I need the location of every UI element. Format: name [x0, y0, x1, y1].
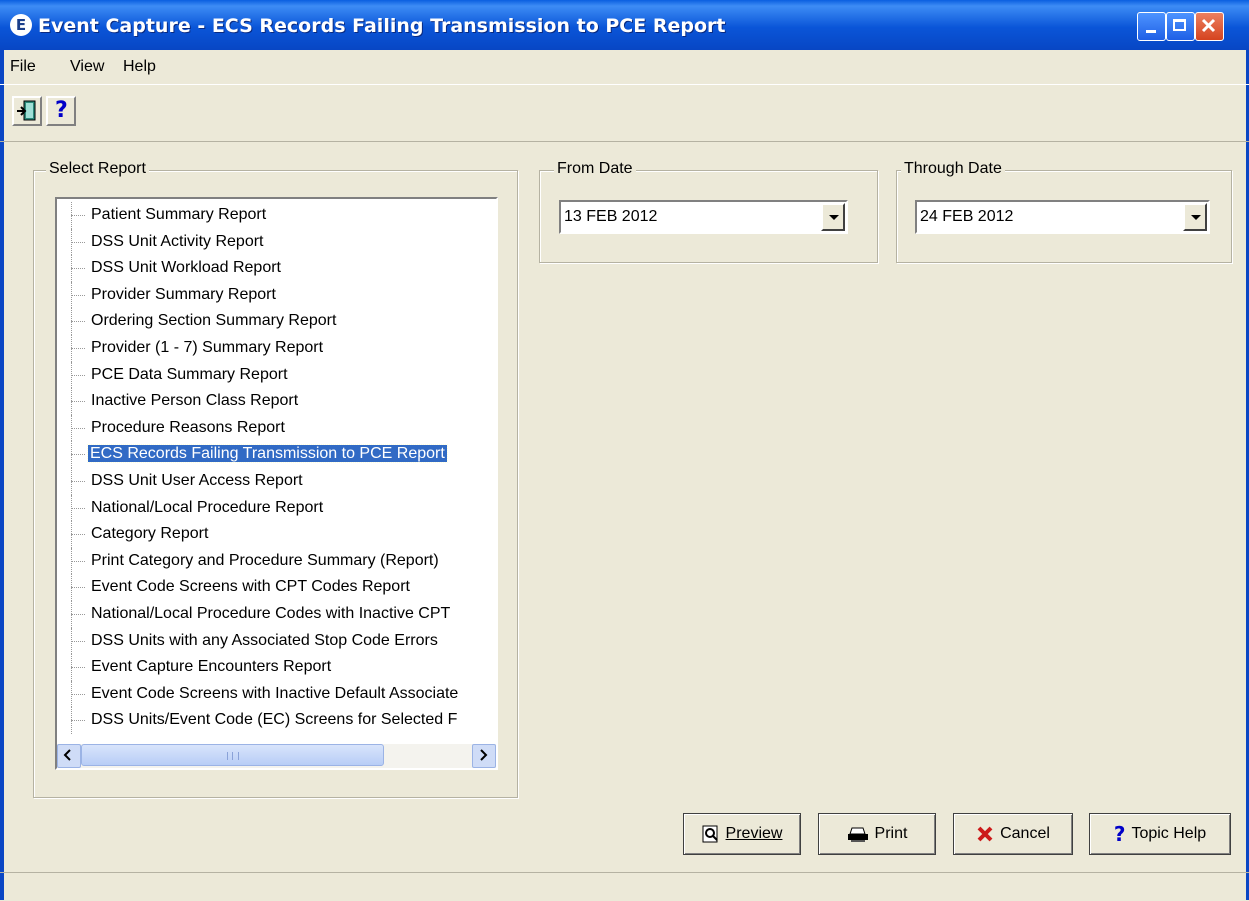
event-capture-app-icon[interactable]: E [10, 14, 32, 36]
print-label: Print [874, 825, 908, 842]
cancel-button[interactable]: Cancel [953, 813, 1073, 855]
report-tree-item[interactable]: DSS Units with any Associated Stop Code … [57, 627, 494, 655]
report-tree-item-label: Procedure Reasons Report [91, 418, 285, 436]
status-bar [0, 872, 1249, 901]
title-bar[interactable]: E Event Capture - ECS Records Failing Tr… [0, 0, 1249, 50]
chevron-right-icon [480, 749, 488, 761]
toolbar [0, 84, 1249, 142]
scroll-left-button[interactable] [57, 744, 81, 768]
from-date-combo[interactable]: 13 FEB 2012 [559, 200, 848, 234]
close-icon [1201, 18, 1216, 33]
report-tree-item-label: PCE Data Summary Report [91, 365, 288, 383]
horizontal-scrollbar[interactable] [57, 744, 496, 768]
from-date-value: 13 FEB 2012 [564, 208, 658, 225]
report-tree-item-label: Provider (1 - 7) Summary Report [91, 338, 324, 356]
report-tree-item[interactable]: DSS Unit Activity Report [57, 228, 494, 256]
report-tree-item-label: ECS Records Failing Transmission to PCE … [87, 444, 448, 464]
menu-bar: File View Help [0, 50, 1249, 84]
cancel-label: Cancel [1000, 825, 1050, 842]
from-date-legend: From Date [554, 160, 636, 178]
report-tree-item[interactable]: Provider (1 - 7) Summary Report [57, 334, 494, 362]
report-tree-item[interactable]: ECS Records Failing Transmission to PCE … [57, 441, 494, 468]
report-tree-item-label: Inactive Person Class Report [91, 392, 299, 410]
report-tree-item-label: DSS Unit User Access Report [91, 471, 303, 489]
report-tree-item[interactable]: Procedure Reasons Report [57, 414, 494, 442]
close-button[interactable] [1195, 12, 1224, 41]
through-date-value: 24 FEB 2012 [920, 208, 1014, 225]
report-tree-item[interactable]: Category Report [57, 521, 494, 548]
menu-view[interactable]: View [70, 58, 104, 76]
preview-magnifier-icon [702, 825, 718, 843]
preview-button[interactable]: Preview [683, 813, 801, 855]
through-date-dropdown-button[interactable] [1183, 203, 1207, 231]
scroll-thumb[interactable] [81, 744, 384, 766]
chevron-left-icon [63, 749, 71, 761]
report-tree-item[interactable]: Ordering Section Summary Report [57, 308, 494, 335]
help-icon: ? [55, 98, 68, 123]
topic-help-button[interactable]: ? Topic Help [1089, 813, 1231, 855]
topic-help-label: Topic Help [1131, 825, 1207, 842]
print-button[interactable]: Print [818, 813, 936, 855]
report-tree-item-label: DSS Units with any Associated Stop Code … [91, 631, 438, 649]
report-tree-item-label: DSS Unit Activity Report [91, 232, 264, 250]
maximize-button[interactable] [1166, 12, 1195, 41]
printer-icon [847, 827, 868, 842]
minimize-button[interactable] [1137, 12, 1166, 41]
report-tree-item[interactable]: Event Code Screens with Inactive Default… [57, 680, 494, 708]
report-tree-item-label: DSS Unit Workload Report [91, 259, 281, 277]
report-tree-item[interactable]: Provider Summary Report [57, 281, 494, 309]
report-tree-item-label: Ordering Section Summary Report [91, 312, 337, 330]
through-date-legend: Through Date [901, 160, 1005, 178]
window-title: Event Capture - ECS Records Failing Tran… [38, 15, 726, 37]
report-tree-list[interactable]: Patient Summary Report DSS Unit Activity … [55, 197, 498, 770]
exit-toolbar-button[interactable] [12, 96, 42, 126]
report-tree-item[interactable]: Event Code Screens with CPT Codes Report [57, 574, 494, 601]
exit-door-icon [17, 100, 36, 121]
report-tree-item-label: Provider Summary Report [91, 285, 276, 303]
help-toolbar-button[interactable]: ? [46, 96, 76, 126]
report-tree-item-label: National/Local Procedure Codes with Inac… [91, 604, 451, 622]
from-date-dropdown-button[interactable] [821, 203, 845, 231]
cancel-x-icon [977, 826, 993, 842]
report-tree-item[interactable]: DSS Unit Workload Report [57, 255, 494, 282]
report-tree-item[interactable]: National/Local Procedure Codes with Inac… [57, 600, 494, 628]
report-tree-item-label: DSS Units/Event Code (EC) Screens for Se… [91, 711, 458, 729]
scroll-right-button[interactable] [472, 744, 496, 768]
select-report-legend: Select Report [46, 160, 149, 178]
report-tree-item-label: Event Code Screens with Inactive Default… [91, 684, 459, 702]
report-tree-item-label: National/Local Procedure Report [91, 498, 324, 516]
report-tree-item-label: Patient Summary Report [91, 206, 267, 223]
report-tree-items: Patient Summary Report DSS Unit Activity … [57, 202, 494, 742]
menu-help[interactable]: Help [123, 58, 156, 76]
topic-help-icon: ? [1113, 821, 1126, 846]
report-tree-item[interactable]: National/Local Procedure Report [57, 494, 494, 522]
menu-file[interactable]: File [10, 58, 36, 76]
report-tree-item[interactable]: Print Category and Procedure Summary (Re… [57, 547, 494, 575]
preview-label: Preview [725, 825, 783, 842]
window-border-left [0, 50, 4, 900]
report-tree-item-label: Event Code Screens with CPT Codes Report [91, 578, 410, 596]
scroll-grip-icon [227, 752, 239, 760]
report-tree-item[interactable]: Patient Summary Report [57, 202, 494, 229]
report-tree-item-label: Category Report [91, 525, 209, 543]
report-tree-item[interactable]: PCE Data Summary Report [57, 361, 494, 389]
report-tree-item-label: Event Capture Encounters Report [91, 658, 332, 676]
report-tree-item[interactable]: DSS Unit User Access Report [57, 467, 494, 495]
report-tree-item[interactable]: Inactive Person Class Report [57, 388, 494, 415]
through-date-combo[interactable]: 24 FEB 2012 [915, 200, 1210, 234]
report-tree-item[interactable]: Event Capture Encounters Report [57, 654, 494, 681]
report-tree-item-label: Print Category and Procedure Summary (Re… [91, 551, 439, 569]
report-tree-item[interactable]: DSS Units/Event Code (EC) Screens for Se… [57, 707, 494, 734]
